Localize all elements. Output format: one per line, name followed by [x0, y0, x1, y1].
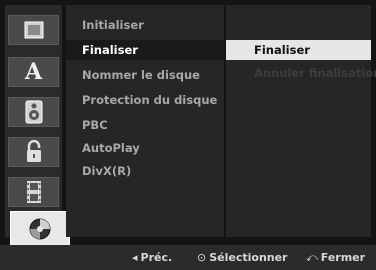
- return-icon: ⤺: [306, 251, 318, 264]
- footer-select-label: Sélectionner: [209, 251, 288, 264]
- film-icon[interactable]: [8, 177, 59, 207]
- submenu-item-annuler-finalisation: Annuler finalisation: [254, 66, 376, 80]
- footer-select[interactable]: ⊙ Sélectionner: [197, 245, 288, 270]
- enter-icon: ⊙: [197, 251, 207, 264]
- disc-settings-icon[interactable]: [8, 15, 59, 45]
- footer-close-label: Fermer: [320, 251, 366, 264]
- lock-icon[interactable]: [8, 137, 59, 167]
- category-icon-column: A: [5, 5, 70, 247]
- footer-close[interactable]: ⤺ Fermer: [306, 245, 365, 270]
- menu-item-protection-du-disque[interactable]: Protection du disque: [66, 90, 224, 110]
- language-icon-glyph: A: [24, 59, 43, 85]
- menu-item-initialiser[interactable]: Initialiser: [66, 15, 224, 35]
- audio-icon[interactable]: [8, 97, 59, 127]
- menu-item-finaliser[interactable]: Finaliser: [66, 40, 224, 60]
- footer-hint-bar: ◂ Préc. ⊙ Sélectionner ⤺ Fermer: [0, 245, 376, 270]
- menu-item-nommer-le-disque[interactable]: Nommer le disque: [66, 65, 224, 85]
- footer-prev-label: Préc.: [140, 251, 173, 264]
- menu-item-pbc[interactable]: PBC: [66, 115, 224, 135]
- setup-menu-screen: A Initialiser Finaliser Nommer le disque…: [0, 0, 376, 270]
- menu-item-autoplay[interactable]: AutoPlay: [66, 138, 224, 158]
- language-icon[interactable]: A: [8, 57, 59, 87]
- left-arrow-icon: ◂: [132, 251, 138, 264]
- menu-item-divx[interactable]: DivX(R): [66, 161, 224, 181]
- submenu-panel: Finaliser Annuler finalisation: [226, 5, 376, 237]
- submenu-item-finaliser[interactable]: Finaliser: [226, 40, 371, 60]
- setup-menu-list: Initialiser Finaliser Nommer le disque P…: [66, 5, 224, 237]
- footer-prev[interactable]: ◂ Préc.: [132, 245, 172, 270]
- disc-icon[interactable]: [10, 211, 70, 247]
